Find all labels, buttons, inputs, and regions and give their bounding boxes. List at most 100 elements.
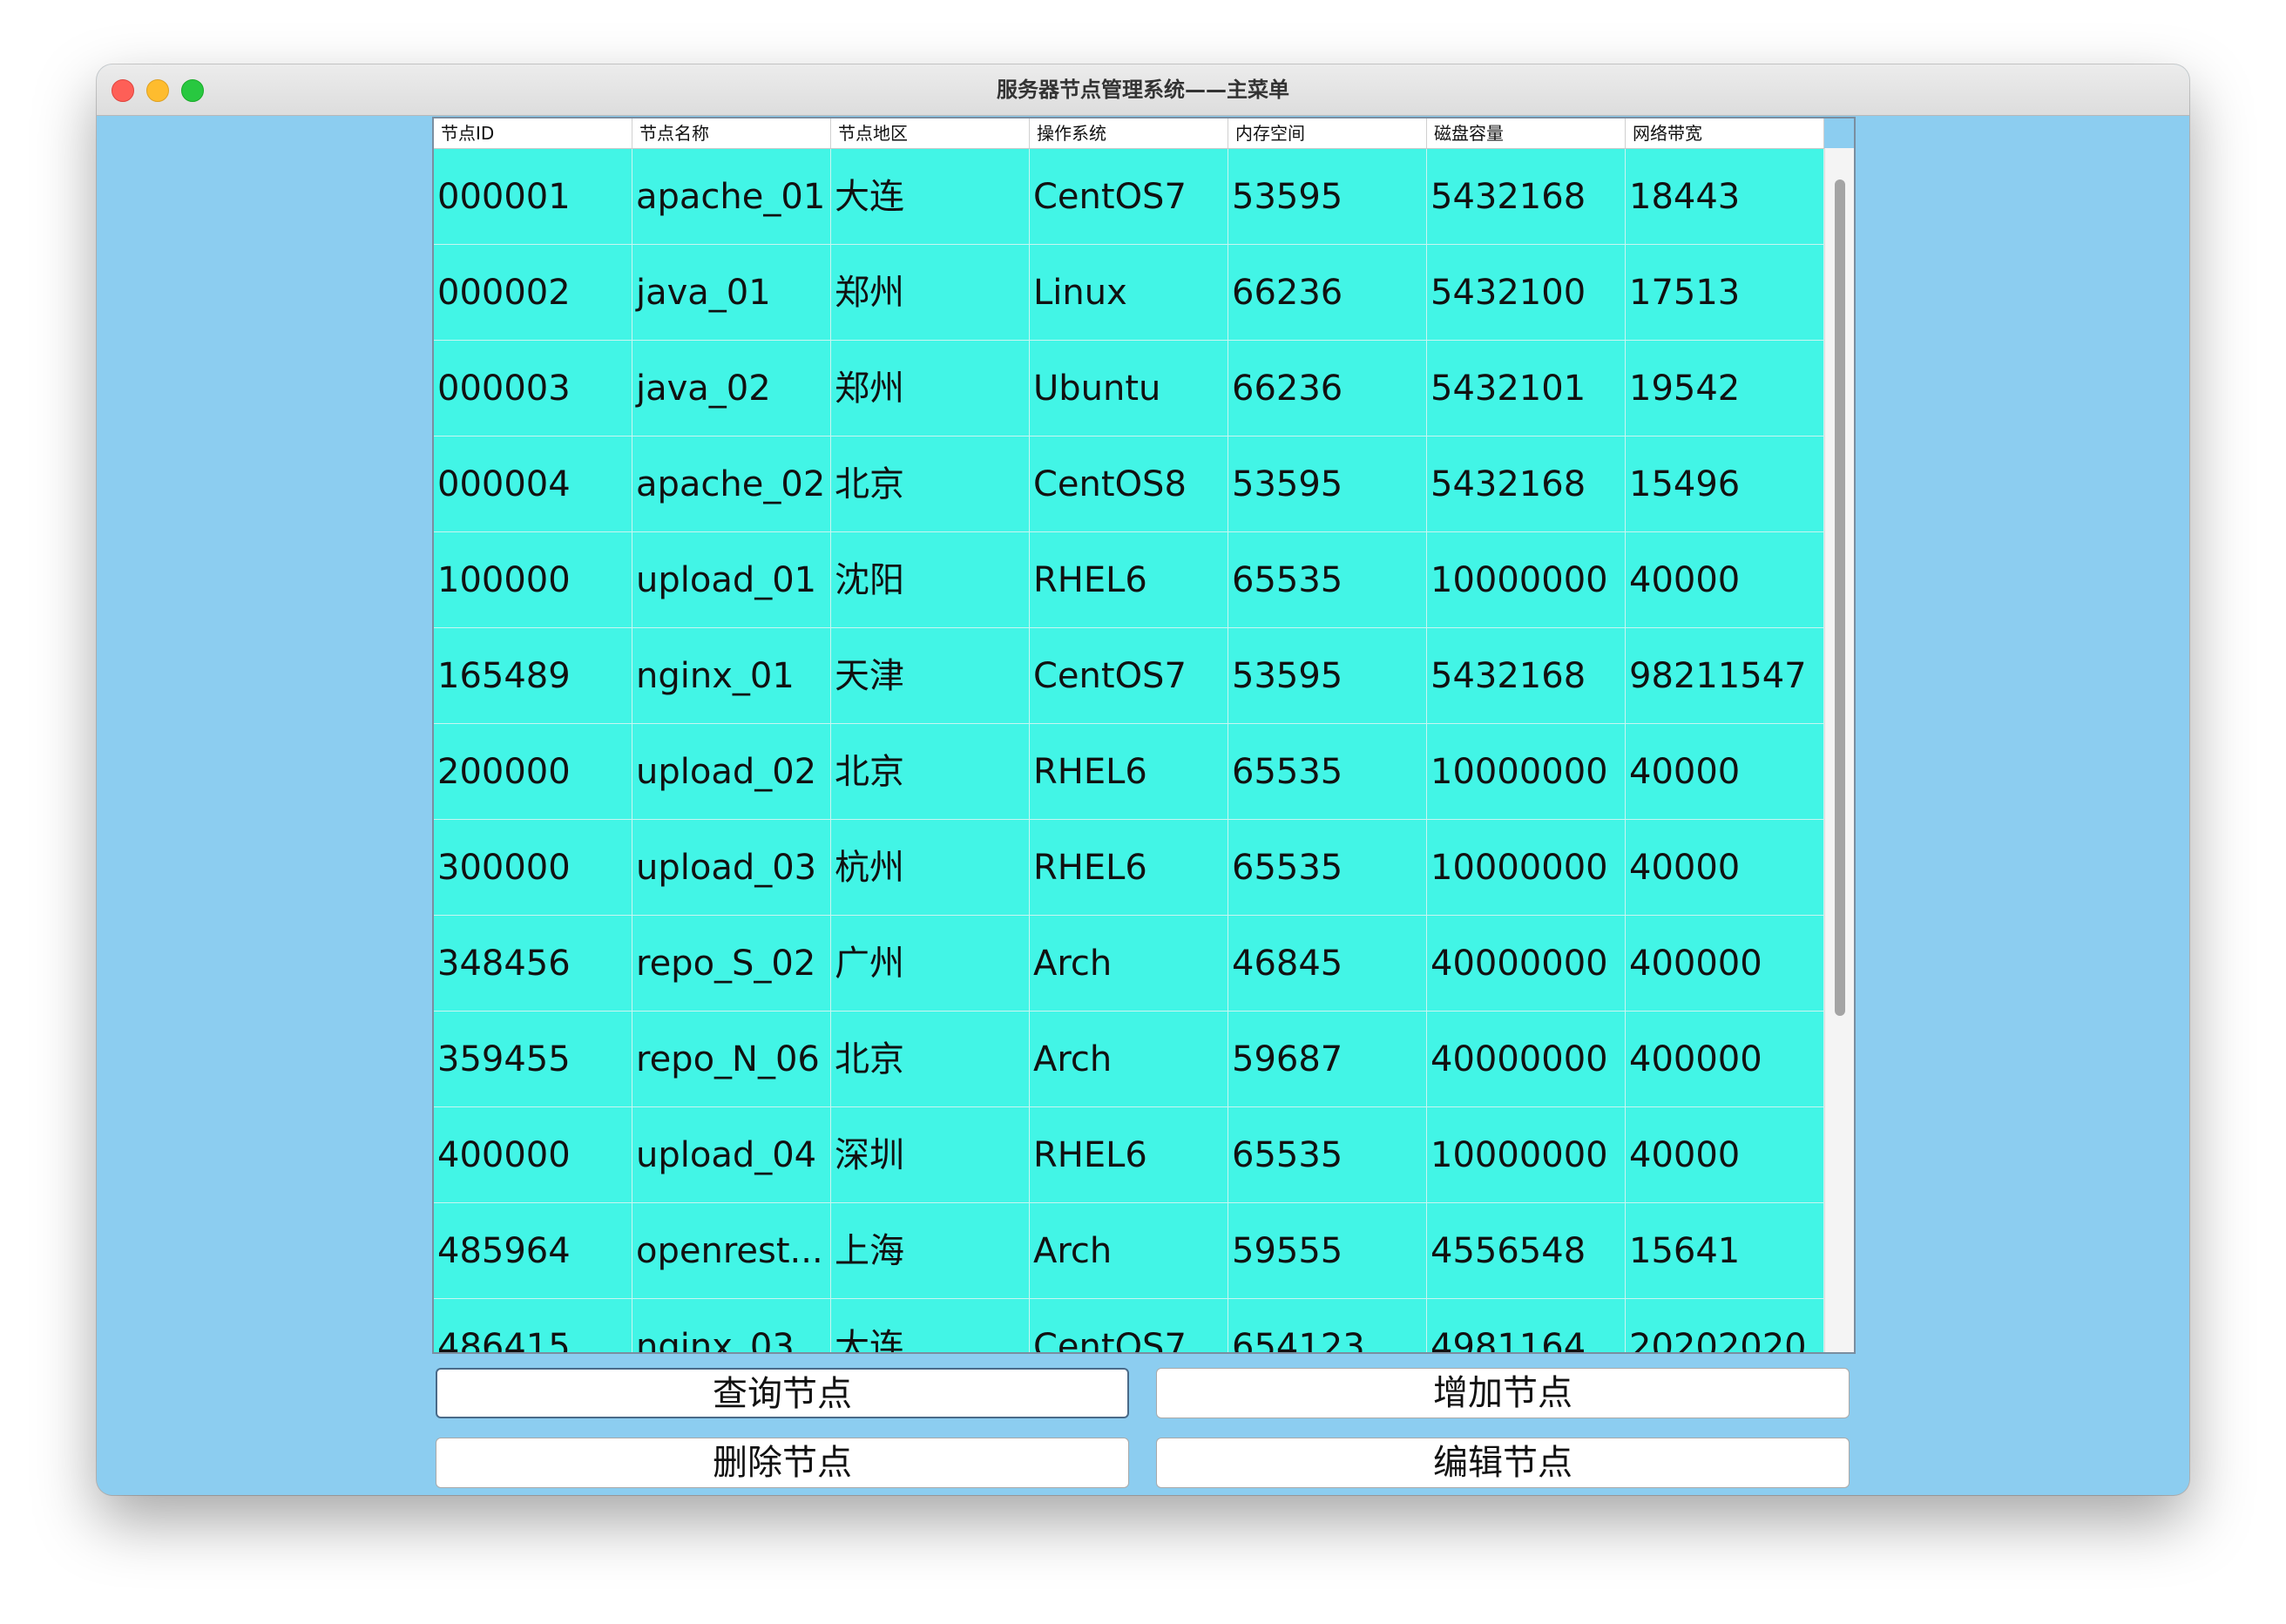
column-header-memory[interactable]: 内存空间: [1228, 118, 1427, 148]
cell-node-id[interactable]: 100000: [434, 532, 632, 627]
cell-os[interactable]: CentOS7: [1030, 1299, 1228, 1352]
cell-memory[interactable]: 59687: [1228, 1012, 1427, 1106]
cell-disk[interactable]: 10000000: [1427, 820, 1626, 915]
cell-bandwidth[interactable]: 18443: [1626, 149, 1824, 244]
cell-node-id[interactable]: 359455: [434, 1012, 632, 1106]
cell-memory[interactable]: 46845: [1228, 916, 1427, 1011]
column-header-disk[interactable]: 磁盘容量: [1427, 118, 1626, 148]
table-row[interactable]: 100000 upload_01 沈阳 RHEL6 65535 10000000 40000: [434, 532, 1824, 628]
column-header-bandwidth[interactable]: 网络带宽: [1626, 118, 1824, 148]
table-row[interactable]: 200000 upload_02 北京 RHEL6 65535 10000000 40000: [434, 724, 1824, 820]
cell-node-name[interactable]: apache_01: [632, 149, 831, 244]
cell-disk[interactable]: 40000000: [1427, 1012, 1626, 1106]
cell-node-region[interactable]: 深圳: [831, 1107, 1030, 1202]
cell-node-region[interactable]: 广州: [831, 916, 1030, 1011]
cell-os[interactable]: Arch: [1030, 916, 1228, 1011]
cell-node-id[interactable]: 200000: [434, 724, 632, 819]
cell-disk[interactable]: 4556548: [1427, 1203, 1626, 1298]
cell-memory[interactable]: 65535: [1228, 1107, 1427, 1202]
cell-os[interactable]: RHEL6: [1030, 532, 1228, 627]
cell-memory[interactable]: 65535: [1228, 532, 1427, 627]
title-bar[interactable]: 服务器节点管理系统——主菜单: [97, 64, 2189, 116]
vertical-scrollbar[interactable]: [1824, 148, 1854, 1352]
cell-memory[interactable]: 53595: [1228, 436, 1427, 531]
cell-node-name[interactable]: repo_S_02: [632, 916, 831, 1011]
cell-bandwidth[interactable]: 15496: [1626, 436, 1824, 531]
cell-node-region[interactable]: 大连: [831, 1299, 1030, 1352]
cell-os[interactable]: RHEL6: [1030, 1107, 1228, 1202]
cell-bandwidth[interactable]: 40000: [1626, 820, 1824, 915]
cell-bandwidth[interactable]: 40000: [1626, 724, 1824, 819]
cell-node-name[interactable]: upload_02: [632, 724, 831, 819]
table-row[interactable]: 348456 repo_S_02 广州 Arch 46845 40000000 400000: [434, 916, 1824, 1012]
cell-node-region[interactable]: 北京: [831, 436, 1030, 531]
cell-node-id[interactable]: 000002: [434, 245, 632, 340]
cell-node-region[interactable]: 郑州: [831, 341, 1030, 436]
cell-disk[interactable]: 5432168: [1427, 628, 1626, 723]
cell-disk[interactable]: 5432100: [1427, 245, 1626, 340]
cell-disk[interactable]: 5432101: [1427, 341, 1626, 436]
table-row[interactable]: 300000 upload_03 杭州 RHEL6 65535 10000000 40000: [434, 820, 1824, 916]
cell-os[interactable]: RHEL6: [1030, 820, 1228, 915]
cell-node-name[interactable]: upload_04: [632, 1107, 831, 1202]
cell-bandwidth[interactable]: 20202020: [1626, 1299, 1824, 1352]
column-header-node-id[interactable]: 节点ID: [434, 118, 632, 148]
column-header-os[interactable]: 操作系统: [1030, 118, 1228, 148]
table-row[interactable]: 000002 java_01 郑州 Linux 66236 5432100 17513: [434, 245, 1824, 341]
cell-node-name[interactable]: upload_01: [632, 532, 831, 627]
table-row[interactable]: 485964 openrest... 上海 Arch 59555 4556548 15641: [434, 1203, 1824, 1299]
delete-node-button[interactable]: 删除节点: [436, 1438, 1129, 1488]
cell-memory[interactable]: 53595: [1228, 628, 1427, 723]
cell-node-region[interactable]: 北京: [831, 1012, 1030, 1106]
cell-node-name[interactable]: nginx_01: [632, 628, 831, 723]
cell-bandwidth[interactable]: 400000: [1626, 1012, 1824, 1106]
cell-node-name[interactable]: repo_N_06: [632, 1012, 831, 1106]
cell-node-region[interactable]: 上海: [831, 1203, 1030, 1298]
cell-node-name[interactable]: upload_03: [632, 820, 831, 915]
table-row[interactable]: 359455 repo_N_06 北京 Arch 59687 40000000 400000: [434, 1012, 1824, 1107]
cell-disk[interactable]: 5432168: [1427, 436, 1626, 531]
cell-os[interactable]: CentOS7: [1030, 628, 1228, 723]
cell-node-name[interactable]: nginx_03: [632, 1299, 831, 1352]
table-row[interactable]: 165489 nginx_01 天津 CentOS7 53595 5432168 98211…: [434, 628, 1824, 724]
cell-os[interactable]: Arch: [1030, 1203, 1228, 1298]
cell-node-name[interactable]: java_01: [632, 245, 831, 340]
cell-node-name[interactable]: java_02: [632, 341, 831, 436]
cell-node-region[interactable]: 郑州: [831, 245, 1030, 340]
cell-os[interactable]: Ubuntu: [1030, 341, 1228, 436]
cell-memory[interactable]: 654123: [1228, 1299, 1427, 1352]
cell-disk[interactable]: 10000000: [1427, 724, 1626, 819]
table-row[interactable]: 486415 nginx_03 大连 CentOS7 654123 4981164 2020…: [434, 1299, 1824, 1352]
cell-node-name[interactable]: apache_02: [632, 436, 831, 531]
cell-disk[interactable]: 10000000: [1427, 532, 1626, 627]
cell-node-id[interactable]: 348456: [434, 916, 632, 1011]
cell-bandwidth[interactable]: 98211547: [1626, 628, 1824, 723]
cell-node-region[interactable]: 北京: [831, 724, 1030, 819]
cell-memory[interactable]: 66236: [1228, 245, 1427, 340]
cell-node-name[interactable]: openrest...: [632, 1203, 831, 1298]
table-row[interactable]: 000003 java_02 郑州 Ubuntu 66236 5432101 19542: [434, 341, 1824, 436]
cell-node-region[interactable]: 天津: [831, 628, 1030, 723]
cell-bandwidth[interactable]: 40000: [1626, 1107, 1824, 1202]
cell-node-id[interactable]: 486415: [434, 1299, 632, 1352]
cell-memory[interactable]: 59555: [1228, 1203, 1427, 1298]
cell-memory[interactable]: 53595: [1228, 149, 1427, 244]
cell-node-id[interactable]: 300000: [434, 820, 632, 915]
cell-node-id[interactable]: 000003: [434, 341, 632, 436]
table-row[interactable]: 000001 apache_01 大连 CentOS7 53595 5432168 1844…: [434, 149, 1824, 245]
cell-bandwidth[interactable]: 17513: [1626, 245, 1824, 340]
column-header-node-region[interactable]: 节点地区: [831, 118, 1030, 148]
cell-node-id[interactable]: 165489: [434, 628, 632, 723]
cell-node-region[interactable]: 沈阳: [831, 532, 1030, 627]
query-node-button[interactable]: 查询节点: [436, 1368, 1129, 1418]
cell-memory[interactable]: 65535: [1228, 724, 1427, 819]
cell-disk[interactable]: 5432168: [1427, 149, 1626, 244]
cell-node-id[interactable]: 485964: [434, 1203, 632, 1298]
cell-memory[interactable]: 65535: [1228, 820, 1427, 915]
cell-os[interactable]: Arch: [1030, 1012, 1228, 1106]
column-header-node-name[interactable]: 节点名称: [632, 118, 831, 148]
cell-node-region[interactable]: 大连: [831, 149, 1030, 244]
cell-memory[interactable]: 66236: [1228, 341, 1427, 436]
cell-os[interactable]: CentOS8: [1030, 436, 1228, 531]
cell-os[interactable]: RHEL6: [1030, 724, 1228, 819]
